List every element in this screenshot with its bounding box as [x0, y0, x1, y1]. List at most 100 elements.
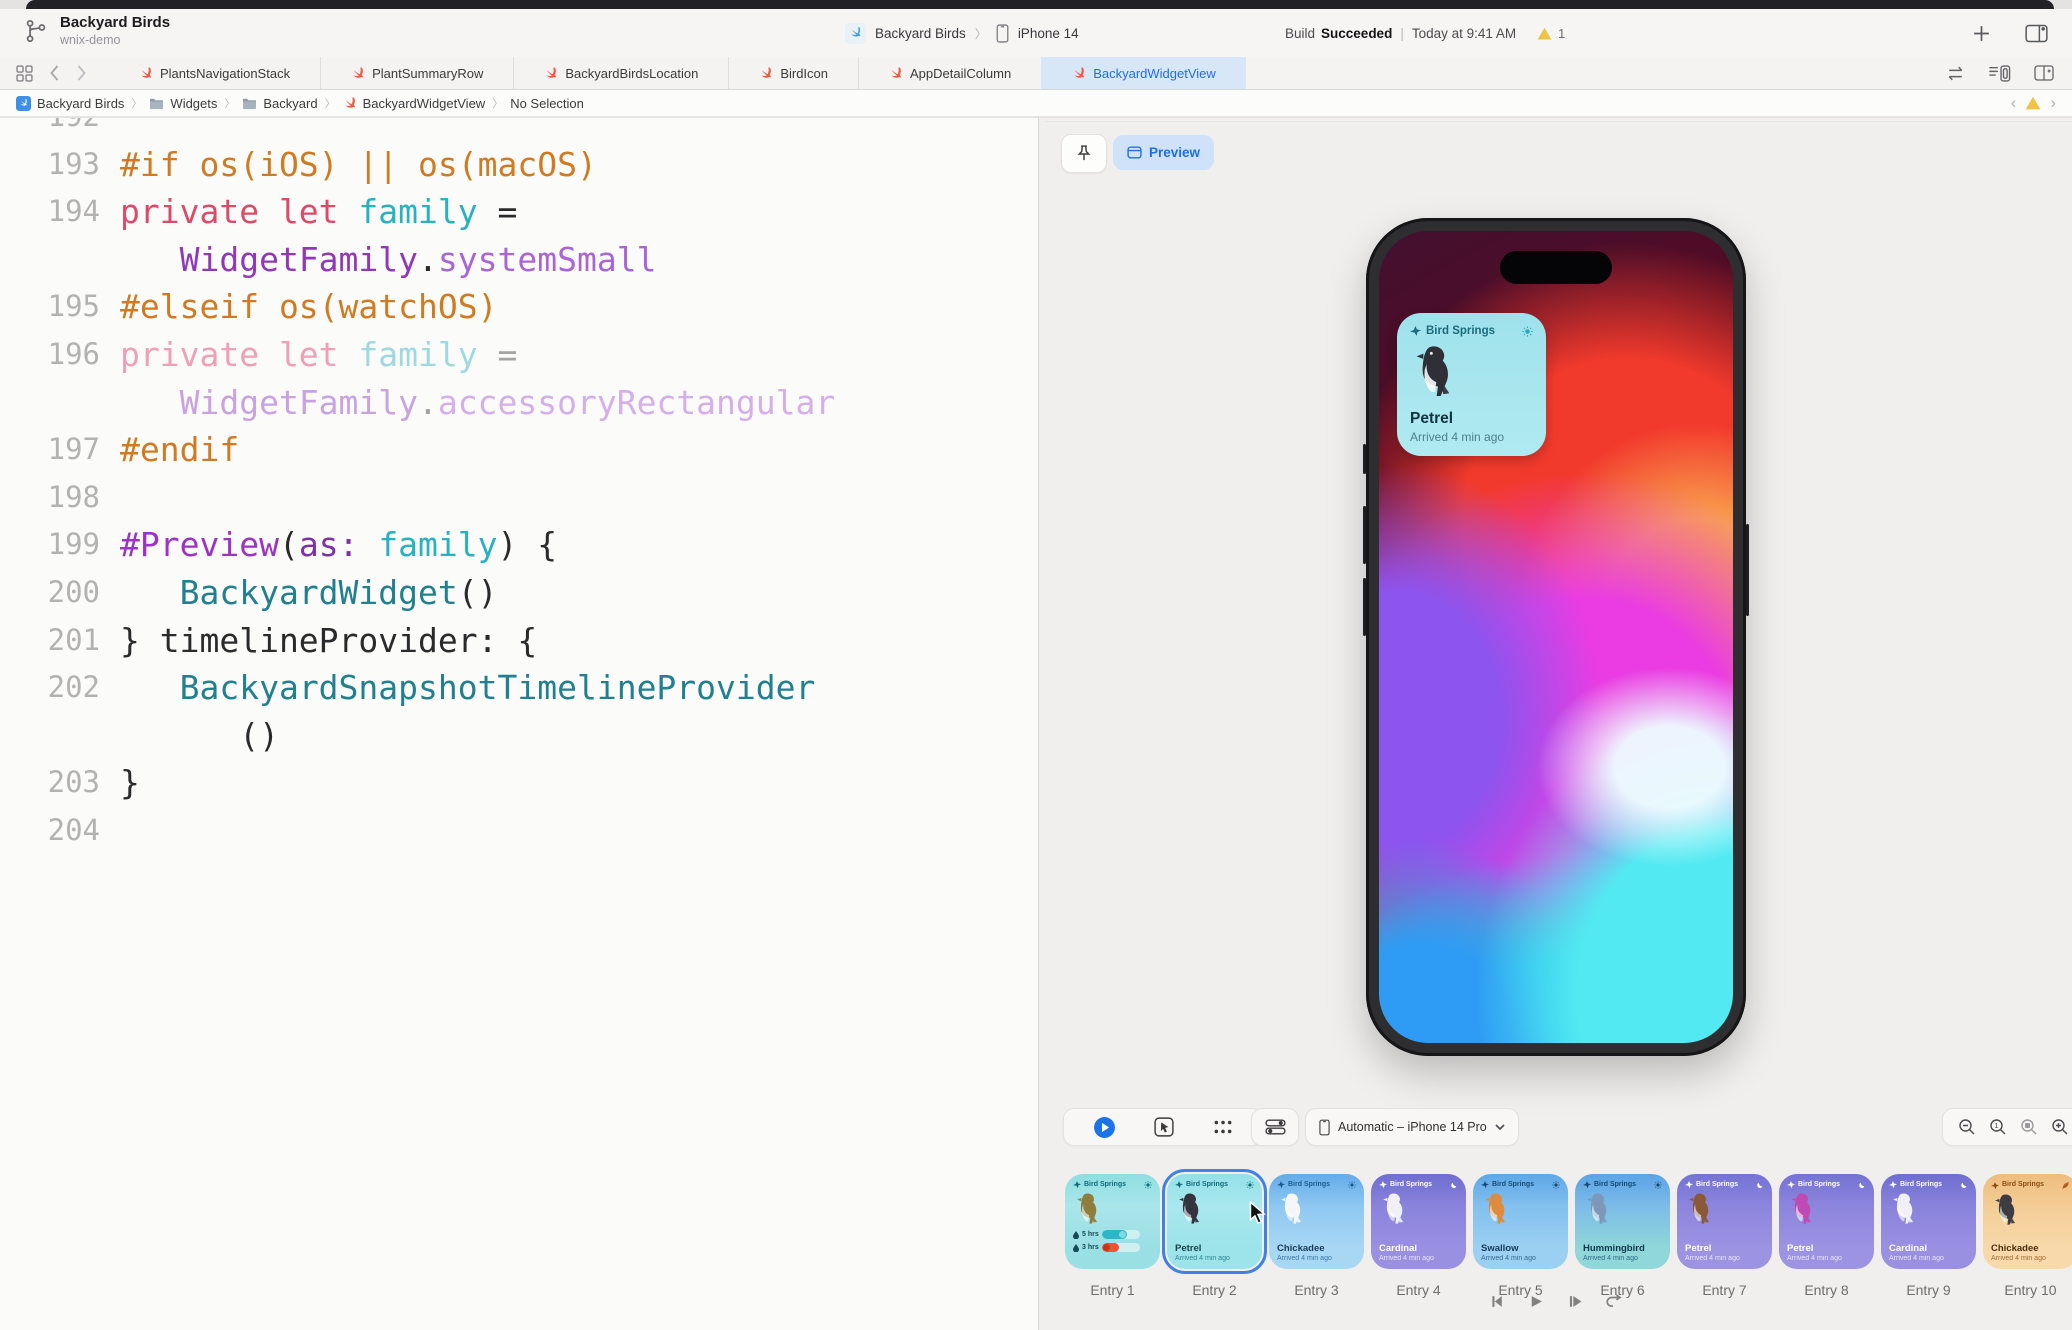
source-editor[interactable]: 192193#if os(iOS) || os(macOS)194private…: [0, 118, 1038, 1330]
code-line[interactable]: 192: [0, 118, 1038, 141]
code-text: (): [100, 712, 279, 760]
code-line[interactable]: WidgetFamily.accessoryRectangular: [0, 379, 1038, 427]
code-line[interactable]: 194private let family =: [0, 188, 1038, 236]
code-line[interactable]: 201} timelineProvider: {: [0, 617, 1038, 665]
entry-widget-thumbnail[interactable]: Bird SpringsCardinalArrived 4 min ago: [1881, 1174, 1976, 1269]
breadcrumb-item-no-selection[interactable]: No Selection: [510, 96, 584, 111]
step-forward-button[interactable]: [1564, 1290, 1586, 1312]
iphone-preview-device[interactable]: Bird Springs Petrel Arrived 4 min ago: [1366, 218, 1746, 1056]
code-text: #if os(iOS) || os(macOS): [100, 141, 597, 189]
zoom-out-button[interactable]: [1958, 1118, 1976, 1136]
code-line[interactable]: (): [0, 712, 1038, 760]
entry-bird-image: [1074, 1192, 1152, 1226]
breadcrumb-item-backyard-birds[interactable]: Backyard Birds: [16, 96, 124, 111]
leaf-icon: [2061, 1181, 2070, 1190]
device-settings-control[interactable]: [1251, 1108, 1299, 1146]
next-issue-icon[interactable]: ›: [2050, 93, 2056, 113]
code-text: BackyardWidget(): [100, 569, 498, 617]
widget-header: Bird Springs: [1410, 325, 1533, 337]
code-line[interactable]: 204: [0, 807, 1038, 855]
bird-springs-widget[interactable]: Bird Springs Petrel Arrived 4 min ago: [1397, 313, 1546, 456]
code-line[interactable]: 196private let family =: [0, 331, 1038, 379]
project-subtitle: wnix-demo: [60, 33, 170, 49]
add-editor-icon[interactable]: [2034, 65, 2054, 81]
tab-PlantSummaryRow[interactable]: PlantSummaryRow: [320, 57, 513, 89]
entry-widget-header: Bird Springs: [1277, 1181, 1356, 1189]
entry-bird-image: [1686, 1192, 1764, 1226]
code-line[interactable]: WidgetFamily.systemSmall: [0, 236, 1038, 284]
zoom-in-button[interactable]: [2051, 1118, 2069, 1136]
zoom-fit-button[interactable]: [2020, 1118, 2038, 1136]
entry-widget-header: Bird Springs: [1991, 1181, 2070, 1190]
live-preview-button[interactable]: [1093, 1116, 1116, 1139]
tab-BirdIcon[interactable]: BirdIcon: [728, 57, 858, 89]
zoom-100-button[interactable]: 1: [1989, 1118, 2007, 1136]
warning-badge[interactable]: 1: [1537, 9, 1565, 57]
pin-icon: [1076, 144, 1092, 163]
code-line[interactable]: 195#elseif os(watchOS): [0, 283, 1038, 331]
editor-options-icon[interactable]: [1988, 65, 2012, 82]
device-selector[interactable]: Automatic – iPhone 14 Pro: [1305, 1108, 1519, 1146]
issue-warning-icon[interactable]: [2025, 96, 2041, 110]
go-back-icon[interactable]: [49, 65, 60, 81]
tab-label: AppDetailColumn: [910, 66, 1011, 81]
entry-widget-thumbnail[interactable]: Bird SpringsChickadeeArrived 4 min ago: [1983, 1174, 2072, 1269]
entry-widget-thumbnail[interactable]: Bird SpringsPetrelArrived 4 min ago: [1677, 1174, 1772, 1269]
preview-tab-button[interactable]: Preview: [1113, 135, 1214, 170]
tab-BackyardWidgetView[interactable]: BackyardWidgetView: [1041, 57, 1246, 89]
code-line[interactable]: 198: [0, 474, 1038, 522]
go-forward-icon[interactable]: [76, 65, 87, 81]
code-line[interactable]: 199#Preview(as: family) {: [0, 521, 1038, 569]
tab-BackyardBirdsLocation[interactable]: BackyardBirdsLocation: [513, 57, 728, 89]
line-number: 202: [0, 664, 100, 712]
breadcrumb-label: Backyard Birds: [37, 96, 124, 111]
entry-bird-status: Arrived 4 min ago: [1685, 1255, 1764, 1262]
timeline-entry-cell: Bird SpringsCardinalArrived 4 min agoEnt…: [1371, 1174, 1466, 1298]
inspector-toggle-icon[interactable]: [2025, 24, 2048, 43]
add-button[interactable]: [1972, 24, 1991, 43]
code-line[interactable]: 200 BackyardWidget(): [0, 569, 1038, 617]
moon-icon: [1756, 1181, 1764, 1189]
breadcrumb-item-widgets[interactable]: Widgets: [149, 96, 217, 111]
bird-feeder-icon: [1583, 1181, 1591, 1189]
widget-bird-status: Arrived 4 min ago: [1410, 430, 1533, 444]
gauge-row-seed: 3 hrs: [1073, 1243, 1152, 1252]
source-control-branch-icon[interactable]: [24, 18, 48, 44]
entry-widget-thumbnail[interactable]: Bird SpringsHummingbirdArrived 4 min ago: [1575, 1174, 1670, 1269]
breadcrumb-label: BackyardWidgetView: [363, 96, 486, 111]
breadcrumb-separator: 〉: [318, 95, 343, 111]
reset-button[interactable]: [1603, 1290, 1625, 1312]
play-button[interactable]: [1525, 1290, 1547, 1312]
entry-widget-header: Bird Springs: [1889, 1181, 1968, 1189]
build-status[interactable]: Build Succeeded | Today at 9:41 AM: [1285, 9, 1516, 57]
variants-mode-button[interactable]: [1213, 1119, 1233, 1135]
toolbar: Backyard Birds wnix-demo Backyard Birds …: [0, 9, 2072, 58]
pin-preview-button[interactable]: [1061, 134, 1107, 173]
breadcrumb-item-backyard[interactable]: Backyard: [242, 96, 317, 111]
entry-widget-thumbnail[interactable]: Bird Springs5 hrs3 hrs: [1065, 1174, 1160, 1269]
code-line[interactable]: 193#if os(iOS) || os(macOS): [0, 141, 1038, 189]
swap-editor-icon[interactable]: [1945, 66, 1966, 81]
entry-bird-name: Chickadee: [1991, 1243, 2070, 1254]
entry-bird-image: [1482, 1192, 1560, 1226]
related-items-icon[interactable]: [16, 65, 33, 82]
tab-AppDetailColumn[interactable]: AppDetailColumn: [858, 57, 1041, 89]
code-line[interactable]: 202 BackyardSnapshotTimelineProvider: [0, 664, 1038, 712]
step-backward-button[interactable]: [1486, 1290, 1508, 1312]
entry-widget-thumbnail[interactable]: Bird SpringsSwallowArrived 4 min ago: [1473, 1174, 1568, 1269]
entry-widget-thumbnail[interactable]: Bird SpringsCardinalArrived 4 min ago: [1371, 1174, 1466, 1269]
breadcrumb-separator: 〉: [124, 95, 149, 111]
breadcrumb-item-backyardwidgetview[interactable]: BackyardWidgetView: [343, 96, 486, 111]
code-line[interactable]: 197#endif: [0, 426, 1038, 474]
scheme-selector[interactable]: Backyard Birds 〉 iPhone 14: [845, 9, 1079, 57]
entry-widget-thumbnail[interactable]: Bird SpringsPetrelArrived 4 min ago: [1779, 1174, 1874, 1269]
code-line[interactable]: 203}: [0, 759, 1038, 807]
tab-PlantsNavigationStack[interactable]: PlantsNavigationStack: [109, 57, 320, 89]
swift-file-icon: [1072, 66, 1086, 80]
line-number: 197: [0, 426, 100, 474]
editor-tabs: PlantsNavigationStackPlantSummaryRowBack…: [109, 57, 1246, 89]
selectable-mode-button[interactable]: [1154, 1117, 1174, 1137]
entry-widget-thumbnail[interactable]: Bird SpringsChickadeeArrived 4 min ago: [1269, 1174, 1364, 1269]
timeline-entries-strip: Bird Springs5 hrs3 hrsEntry 1Bird Spring…: [1065, 1174, 2072, 1298]
prev-issue-icon[interactable]: ‹: [2011, 93, 2017, 113]
